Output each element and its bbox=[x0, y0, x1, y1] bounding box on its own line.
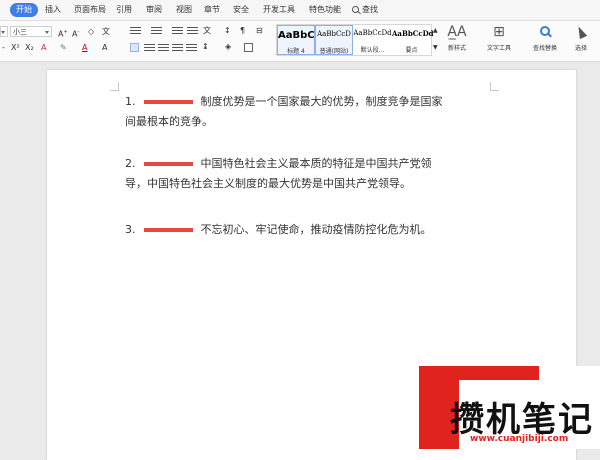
superscript-icon[interactable]: X² bbox=[11, 43, 20, 53]
new-style-icon: A̲A bbox=[447, 24, 467, 40]
watermark-url: www.cuanjibiji.com bbox=[470, 434, 569, 444]
tab-page-layout[interactable]: 页面布局 bbox=[74, 3, 106, 17]
crop-mark bbox=[490, 82, 499, 91]
style-sample: AaBbCcD bbox=[317, 30, 351, 38]
align-left-icon[interactable] bbox=[130, 43, 139, 52]
shading-icon[interactable]: ◈ bbox=[225, 42, 231, 52]
list-number: 1. bbox=[125, 95, 136, 108]
style-name: 标题 4 bbox=[287, 48, 305, 55]
line-spacing-icon[interactable]: ↨ bbox=[202, 42, 209, 52]
search-tab[interactable]: 查找 bbox=[352, 3, 378, 17]
list-number: 2. bbox=[125, 157, 136, 170]
select-button[interactable]: 选择 bbox=[566, 24, 596, 52]
bullets-icon[interactable] bbox=[130, 27, 141, 35]
list-item[interactable]: 2. 中国特色社会主义最本质的特征是中国共产党领 导，中国特色社会主义制度的最大优… bbox=[125, 154, 505, 194]
font-name-select[interactable] bbox=[0, 26, 8, 37]
list-item[interactable]: 3. 不忘初心、牢记使命，推动疫情防控化危为机。 bbox=[125, 220, 505, 240]
decrease-indent-icon[interactable] bbox=[172, 27, 183, 35]
font-color-icon[interactable]: A bbox=[82, 43, 87, 53]
text-tools-label: 文字工具 bbox=[486, 45, 511, 52]
paragraph-settings-icon[interactable]: ⊟ bbox=[256, 26, 263, 36]
style-gallery: AaBbC 标题 4 AaBbCcD 普通(网站) AaBbCcDd 默认段..… bbox=[276, 24, 434, 56]
grow-font-icon[interactable]: A+ bbox=[58, 27, 68, 39]
style-name: 要点 bbox=[405, 47, 418, 54]
style-sample: AaBbCcDd bbox=[353, 29, 392, 37]
align-center-icon[interactable] bbox=[144, 44, 155, 52]
style-sample: AaBbCcDd bbox=[392, 29, 434, 38]
style-default-para[interactable]: AaBbCcDd 默认段... bbox=[353, 25, 392, 55]
style-key-point[interactable]: AaBbCcDd 要点 bbox=[392, 25, 434, 55]
tab-review[interactable]: 审阅 bbox=[146, 3, 162, 17]
tab-view[interactable]: 视图 bbox=[176, 3, 192, 17]
tab-security[interactable]: 安全 bbox=[233, 3, 249, 17]
find-replace-label: 查找替换 bbox=[532, 45, 557, 52]
tab-references[interactable]: 引用 bbox=[116, 3, 132, 17]
redaction-bar bbox=[143, 228, 193, 232]
tab-insert[interactable]: 插入 bbox=[45, 3, 61, 17]
style-name: 默认段... bbox=[360, 47, 385, 54]
tab-developer-tools[interactable]: 开发工具 bbox=[263, 3, 295, 17]
char-shading-icon[interactable]: A bbox=[102, 43, 107, 53]
distributed-icon[interactable] bbox=[186, 44, 197, 52]
highlight-icon[interactable]: ✎ bbox=[60, 43, 67, 53]
find-replace-button[interactable]: 查找替换 bbox=[524, 24, 566, 52]
align-right-icon[interactable] bbox=[158, 44, 169, 52]
chinese-layout-icon[interactable]: 文 bbox=[203, 26, 211, 36]
font-size-value: 小三 bbox=[13, 28, 27, 36]
sort-icon[interactable]: ↕ bbox=[224, 26, 231, 36]
font-size-select[interactable]: 小三 bbox=[10, 26, 52, 37]
ribbon-tabs: 开始 插入 页面布局 引用 审阅 视图 章节 安全 开发工具 特色功能 查找 bbox=[0, 0, 600, 21]
paragraph-text: 制度优势是一个国家最大的优势，制度竞争是国家 bbox=[200, 95, 443, 108]
text-tools-button[interactable]: ⊞ 文字工具 bbox=[478, 24, 520, 52]
redaction-bar bbox=[143, 162, 193, 166]
magnifier-icon bbox=[540, 26, 550, 36]
tab-special-features[interactable]: 特色功能 bbox=[309, 3, 341, 17]
select-label: 选择 bbox=[574, 45, 587, 52]
paragraph-text: 中国特色社会主义最本质的特征是中国共产党领 bbox=[200, 157, 432, 170]
crop-mark bbox=[110, 82, 119, 91]
paragraph-text-cont: 间最根本的竞争。 bbox=[125, 115, 213, 128]
gallery-scroll-up-icon[interactable]: ▲ bbox=[433, 26, 438, 36]
redaction-bar bbox=[143, 100, 193, 104]
style-sample: AaBbC bbox=[278, 30, 315, 41]
style-normal-web[interactable]: AaBbCcD 普通(网站) bbox=[315, 25, 353, 55]
new-style-button[interactable]: A̲A 新样式 bbox=[440, 24, 474, 52]
clear-format-icon[interactable]: ◇ bbox=[88, 27, 94, 37]
gallery-scroll-down-icon[interactable]: ▼ bbox=[433, 43, 438, 53]
list-item[interactable]: 1. 制度优势是一个国家最大的优势，制度竞争是国家 间最根本的竞争。 bbox=[125, 92, 505, 132]
borders-icon[interactable] bbox=[244, 43, 253, 52]
justify-icon[interactable] bbox=[172, 44, 183, 52]
paragraph-text: 不忘初心、牢记使命，推动疫情防控化危为机。 bbox=[200, 223, 432, 236]
watermark-logo-shape bbox=[419, 366, 539, 380]
numbering-icon[interactable] bbox=[151, 27, 162, 35]
new-style-label: 新样式 bbox=[447, 45, 466, 52]
phonetic-icon[interactable]: 文 bbox=[102, 27, 110, 37]
text-tools-icon: ⊞ bbox=[493, 24, 505, 40]
increase-indent-icon[interactable] bbox=[187, 27, 198, 35]
search-icon bbox=[352, 6, 359, 13]
list-number: 3. bbox=[125, 223, 136, 236]
subscript-icon[interactable]: X₂ bbox=[25, 43, 34, 53]
style-heading-4[interactable]: AaBbC 标题 4 bbox=[277, 25, 315, 55]
cursor-icon bbox=[574, 24, 588, 40]
show-marks-icon[interactable]: ¶ bbox=[240, 26, 245, 36]
ribbon-toolbar: 小三 A+ A- ◇ 文 - X² X₂ A ✎ A A 文 ↕ ¶ ⊟ ↨ ◈… bbox=[0, 21, 600, 62]
text-effect-icon[interactable]: A bbox=[41, 43, 46, 53]
tab-chapter[interactable]: 章节 bbox=[204, 3, 220, 17]
shrink-font-icon[interactable]: A- bbox=[72, 27, 79, 39]
search-tab-label: 查找 bbox=[362, 5, 378, 14]
tab-home[interactable]: 开始 bbox=[10, 3, 38, 17]
paragraph-text-cont: 导，中国特色社会主义制度的最大优势是中国共产党领导。 bbox=[125, 177, 411, 190]
style-name: 普通(网站) bbox=[319, 48, 349, 55]
superscript-dropdown-icon[interactable]: - bbox=[2, 43, 5, 53]
